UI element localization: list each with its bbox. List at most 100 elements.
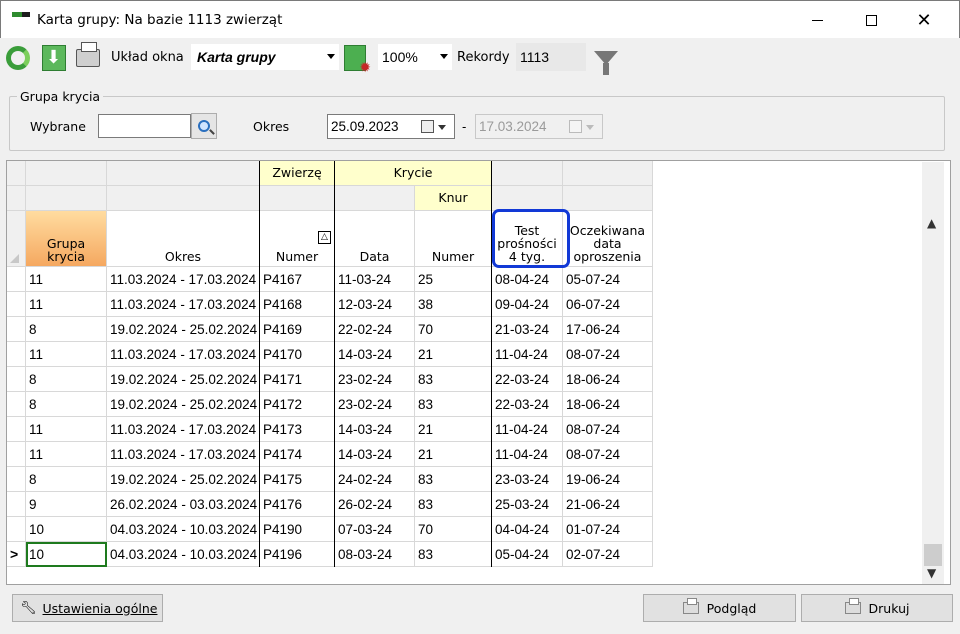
zoom-select[interactable]: 100% — [377, 43, 453, 71]
row-header[interactable] — [7, 292, 26, 317]
cell-animal-number[interactable]: P4176 — [260, 492, 335, 517]
layout-settings-button[interactable] — [342, 44, 371, 76]
table-row[interactable]: 10 04.03.2024 - 10.03.2024 P4190 07-03-24 70… — [7, 517, 653, 542]
cell-group[interactable]: 11 — [26, 442, 107, 467]
row-header[interactable] — [7, 342, 26, 367]
cell-animal-number[interactable]: P4168 — [260, 292, 335, 317]
cell-boar-number[interactable]: 83 — [415, 542, 492, 567]
cell-mating-date[interactable]: 14-03-24 — [335, 342, 415, 367]
cell-group[interactable]: 9 — [26, 492, 107, 517]
minimize-button[interactable] — [791, 1, 843, 39]
export-button[interactable] — [41, 44, 67, 72]
column-header-group[interactable]: Grupa krycia — [26, 211, 107, 267]
maximize-button[interactable] — [845, 1, 897, 39]
cell-pregnancy-test[interactable]: 22-03-24 — [492, 367, 563, 392]
cell-expected-farrowing[interactable]: 21-06-24 — [563, 492, 653, 517]
column-header-animal-number[interactable]: Numer △ — [260, 211, 335, 267]
cell-boar-number[interactable]: 83 — [415, 367, 492, 392]
chevron-down-icon[interactable]: ▼ — [927, 566, 936, 580]
cell-mating-date[interactable]: 26-02-24 — [335, 492, 415, 517]
cell-expected-farrowing[interactable]: 05-07-24 — [563, 267, 653, 292]
cell-pregnancy-test[interactable]: 11-04-24 — [492, 342, 563, 367]
cell-group[interactable]: 10 — [26, 517, 107, 542]
refresh-button[interactable] — [5, 44, 31, 72]
cell-period[interactable]: 26.02.2024 - 03.03.2024 — [107, 492, 260, 517]
cell-pregnancy-test[interactable]: 21-03-24 — [492, 317, 563, 342]
cell-boar-number[interactable]: 21 — [415, 417, 492, 442]
row-header[interactable] — [7, 517, 26, 542]
table-row[interactable]: 11 11.03.2024 - 17.03.2024 P4173 14-03-24 21… — [7, 417, 653, 442]
cell-period[interactable]: 04.03.2024 - 10.03.2024 — [107, 517, 260, 542]
cell-mating-date[interactable]: 24-02-24 — [335, 467, 415, 492]
cell-animal-number[interactable]: P4171 — [260, 367, 335, 392]
table-row[interactable]: 11 11.03.2024 - 17.03.2024 P4170 14-03-24 21… — [7, 342, 653, 367]
cell-group[interactable]: 11 — [26, 292, 107, 317]
cell-animal-number[interactable]: P4175 — [260, 467, 335, 492]
vertical-scrollbar[interactable]: ▲ ▼ — [922, 162, 944, 584]
cell-period[interactable]: 19.02.2024 - 25.02.2024 — [107, 467, 260, 492]
layout-select[interactable]: Karta grupy — [190, 43, 340, 71]
cell-group[interactable]: 10 — [26, 542, 107, 567]
table-row[interactable]: 8 19.02.2024 - 25.02.2024 P4171 23-02-24 83 2… — [7, 367, 653, 392]
cell-pregnancy-test[interactable]: 25-03-24 — [492, 492, 563, 517]
table-row[interactable]: 11 11.03.2024 - 17.03.2024 P4174 14-03-24 21… — [7, 442, 653, 467]
cell-expected-farrowing[interactable]: 02-07-24 — [563, 542, 653, 567]
table-row[interactable]: 9 26.02.2024 - 03.03.2024 P4176 26-02-24 83 2… — [7, 492, 653, 517]
search-button[interactable] — [191, 113, 217, 139]
cell-boar-number[interactable]: 38 — [415, 292, 492, 317]
cell-animal-number[interactable]: P4167 — [260, 267, 335, 292]
cell-animal-number[interactable]: P4170 — [260, 342, 335, 367]
print-toolbar-button[interactable] — [75, 42, 101, 72]
cell-mating-date[interactable]: 08-03-24 — [335, 542, 415, 567]
cell-mating-date[interactable]: 12-03-24 — [335, 292, 415, 317]
cell-boar-number[interactable]: 25 — [415, 267, 492, 292]
cell-period[interactable]: 11.03.2024 - 17.03.2024 — [107, 292, 260, 317]
cell-boar-number[interactable]: 70 — [415, 317, 492, 342]
print-button[interactable]: Drukuj — [801, 594, 953, 622]
cell-period[interactable]: 19.02.2024 - 25.02.2024 — [107, 367, 260, 392]
cell-boar-number[interactable]: 21 — [415, 442, 492, 467]
cell-mating-date[interactable]: 14-03-24 — [335, 442, 415, 467]
selected-input[interactable] — [98, 114, 191, 138]
cell-expected-farrowing[interactable]: 06-07-24 — [563, 292, 653, 317]
chevron-up-icon[interactable]: ▲ — [927, 216, 936, 230]
cell-expected-farrowing[interactable]: 17-06-24 — [563, 317, 653, 342]
cell-period[interactable]: 11.03.2024 - 17.03.2024 — [107, 267, 260, 292]
cell-pregnancy-test[interactable]: 04-04-24 — [492, 517, 563, 542]
cell-pregnancy-test[interactable]: 09-04-24 — [492, 292, 563, 317]
row-header[interactable] — [7, 442, 26, 467]
cell-period[interactable]: 11.03.2024 - 17.03.2024 — [107, 342, 260, 367]
cell-expected-farrowing[interactable]: 01-07-24 — [563, 517, 653, 542]
filter-button[interactable] — [593, 44, 619, 75]
cell-period[interactable]: 04.03.2024 - 10.03.2024 — [107, 542, 260, 567]
preview-button[interactable]: Podgląd — [643, 594, 796, 622]
cell-expected-farrowing[interactable]: 08-07-24 — [563, 342, 653, 367]
column-header-mating-date[interactable]: Data — [335, 211, 415, 267]
cell-pregnancy-test[interactable]: 11-04-24 — [492, 442, 563, 467]
cell-group[interactable]: 8 — [26, 392, 107, 417]
cell-animal-number[interactable]: P4174 — [260, 442, 335, 467]
row-header-corner[interactable] — [7, 211, 26, 267]
column-header-period[interactable]: Okres — [107, 211, 260, 267]
cell-group[interactable]: 11 — [26, 417, 107, 442]
cell-animal-number[interactable]: P4172 — [260, 392, 335, 417]
cell-boar-number[interactable]: 83 — [415, 467, 492, 492]
cell-mating-date[interactable]: 11-03-24 — [335, 267, 415, 292]
row-header[interactable] — [7, 367, 26, 392]
cell-pregnancy-test[interactable]: 22-03-24 — [492, 392, 563, 417]
cell-expected-farrowing[interactable]: 08-07-24 — [563, 417, 653, 442]
table-row[interactable]: 8 19.02.2024 - 25.02.2024 P4172 23-02-24 83 2… — [7, 392, 653, 417]
date-from-picker[interactable]: 25.09.2023 — [327, 114, 455, 139]
column-header-boar-number[interactable]: Numer — [415, 211, 492, 267]
row-header[interactable] — [7, 392, 26, 417]
cell-mating-date[interactable]: 14-03-24 — [335, 417, 415, 442]
cell-boar-number[interactable]: 70 — [415, 517, 492, 542]
cell-boar-number[interactable]: 83 — [415, 392, 492, 417]
table-row[interactable]: 8 19.02.2024 - 25.02.2024 P4175 24-02-24 83 2… — [7, 467, 653, 492]
cell-group[interactable]: 8 — [26, 367, 107, 392]
cell-animal-number[interactable]: P4173 — [260, 417, 335, 442]
row-header[interactable] — [7, 467, 26, 492]
row-header[interactable] — [7, 317, 26, 342]
close-button[interactable]: ✕ — [898, 1, 950, 39]
table-row[interactable]: >10 04.03.2024 - 10.03.2024 P4196 08-03-24 8… — [7, 542, 653, 567]
